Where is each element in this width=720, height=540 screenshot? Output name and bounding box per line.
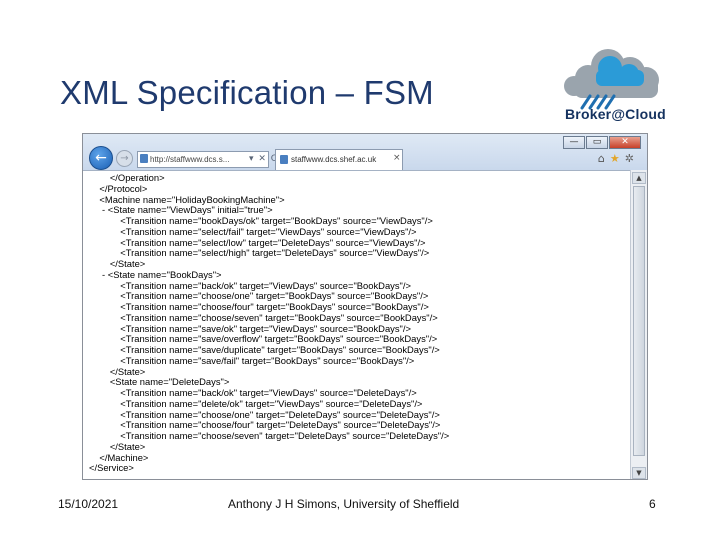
scroll-down-icon[interactable]: ▼ (632, 467, 646, 479)
scroll-up-icon[interactable]: ▲ (632, 172, 646, 184)
forward-button[interactable]: → (116, 150, 133, 167)
home-icon[interactable]: ⌂ (598, 152, 610, 165)
gear-icon[interactable]: ✲ (625, 152, 639, 165)
address-bar-buttons[interactable]: ▾ ✕ C (249, 154, 278, 164)
xml-line: <Transition name="choose/seven" target="… (89, 311, 438, 323)
browser-tab[interactable]: staffwww.dcs.shef.ac.uk (275, 149, 403, 170)
minimize-button[interactable]: — (563, 136, 585, 149)
tab-close-icon[interactable]: × (393, 153, 401, 163)
xml-line: </Service> (89, 462, 134, 474)
slide-title: XML Specification – FSM (60, 74, 434, 111)
favorites-star-icon[interactable]: ★ (610, 152, 625, 165)
xml-line: <Transition name="delete/ok" target="Vie… (89, 397, 423, 409)
xml-line: </State> (89, 440, 146, 452)
xml-line: </Machine> (89, 451, 149, 463)
window-controls: — ▭ ✕ (563, 136, 641, 150)
maximize-button[interactable]: ▭ (586, 136, 608, 149)
browser-toolbar-icons: ⌂★✲ (598, 152, 639, 165)
page-icon (140, 154, 148, 163)
browser-window: — ▭ ✕ ← → http://staffwww.dcs.s... ▾ ✕ C… (82, 133, 648, 480)
xml-document: </Operation> </Protocol> <Machine name="… (89, 172, 449, 474)
page-content: </Operation> </Protocol> <Machine name="… (83, 170, 631, 479)
scroll-thumb[interactable] (633, 186, 645, 456)
xml-line: </Protocol> (89, 182, 148, 194)
xml-line: - <State name="BookDays"> (89, 268, 222, 280)
footer-date: 15/10/2021 (58, 497, 119, 511)
vertical-scrollbar[interactable]: ▲ ▼ (630, 170, 647, 479)
xml-line: <Transition name="select/fail" target="V… (89, 225, 417, 237)
tab-page-icon (280, 155, 288, 164)
footer-page-number: 6 (649, 497, 656, 511)
xml-line: <Transition name="save/fail" target="Boo… (89, 354, 415, 366)
footer-author: Anthony J H Simons, University of Sheffi… (228, 497, 460, 511)
back-button[interactable]: ← (89, 146, 113, 170)
close-window-button[interactable]: ✕ (609, 136, 641, 149)
logo-text: Broker@Cloud (565, 106, 666, 122)
